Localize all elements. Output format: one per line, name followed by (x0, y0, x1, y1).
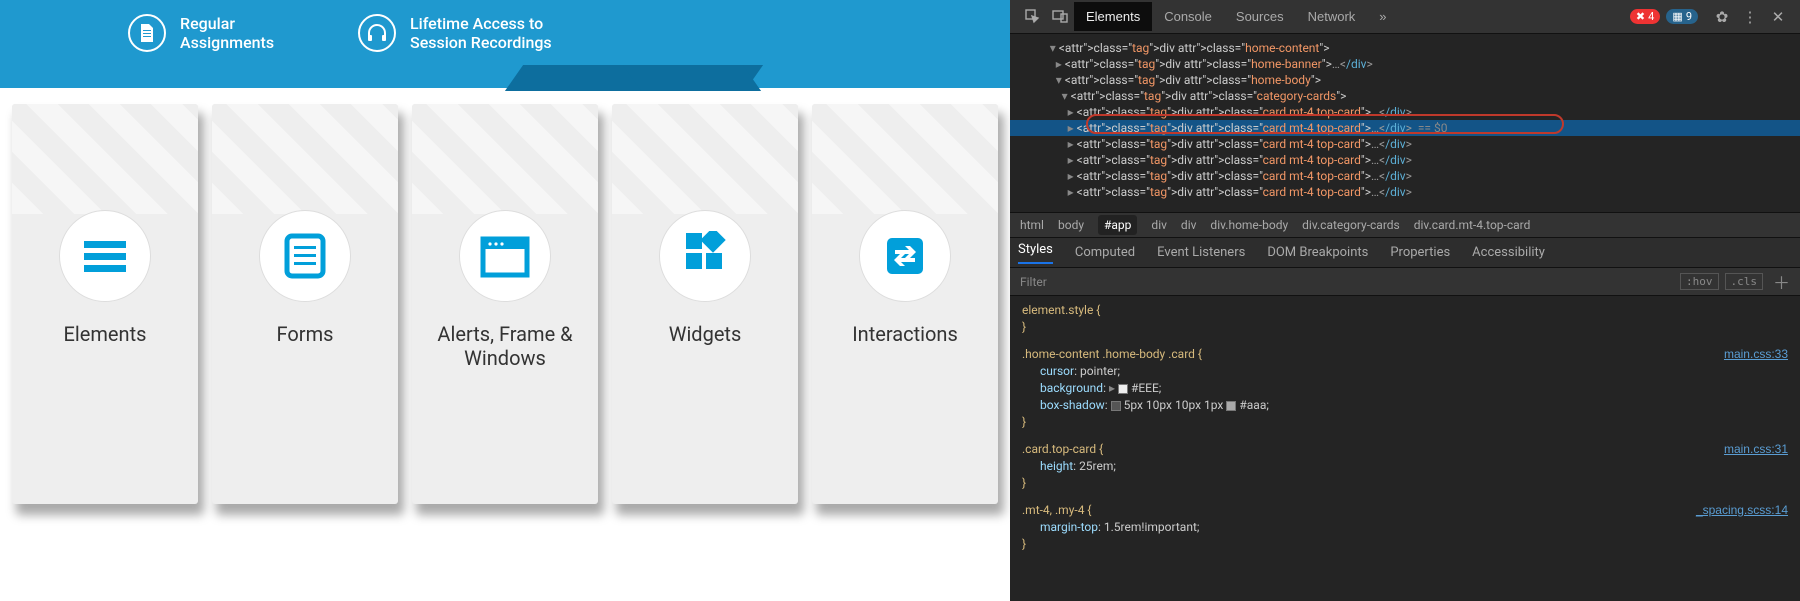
warning-count-badge[interactable]: ▦ 9 (1666, 9, 1698, 24)
kebab-menu-icon[interactable]: ⋮ (1741, 8, 1759, 26)
tab-sources[interactable]: Sources (1224, 2, 1296, 31)
source-link[interactable]: _spacing.scss:14 (1696, 502, 1788, 519)
css-rule[interactable]: element.style {} (1022, 302, 1788, 336)
headphones-icon (358, 14, 396, 52)
feature-recordings: Lifetime Access toSession Recordings (358, 14, 552, 52)
tab-elements[interactable]: Elements (1074, 2, 1152, 31)
card-interactions[interactable]: Interactions (812, 104, 998, 504)
close-icon[interactable]: ✕ (1769, 8, 1787, 26)
swap-icon (859, 210, 951, 302)
styles-tab[interactable]: DOM Breakpoints (1267, 245, 1368, 260)
device-toggle-icon[interactable] (1051, 8, 1069, 26)
crumb[interactable]: #app (1098, 215, 1137, 235)
styles-tab[interactable]: Computed (1075, 245, 1135, 260)
dom-node[interactable]: ▸ <attr">class="tag">div attr">class="ca… (1010, 136, 1800, 152)
devtools-toolbar: Elements Console Sources Network » ✖ 4 ▦… (1010, 0, 1800, 34)
card-alerts[interactable]: Alerts, Frame & Windows (412, 104, 598, 504)
feature-label: Lifetime Access toSession Recordings (410, 14, 552, 52)
card-label: Elements (12, 322, 198, 346)
dom-node[interactable]: ▸ <attr">class="tag">div attr">class="ho… (1010, 56, 1800, 72)
card-elements[interactable]: Elements (12, 104, 198, 504)
tab-network[interactable]: Network (1296, 2, 1368, 31)
devtools-pane: Elements Console Sources Network » ✖ 4 ▦… (1010, 0, 1800, 601)
crumb[interactable]: div (1151, 218, 1167, 232)
dom-node[interactable]: ▸ <attr">class="tag">div attr">class="ca… (1010, 168, 1800, 184)
feature-label: RegularAssignments (180, 14, 274, 52)
styles-tab[interactable]: Styles (1018, 242, 1053, 264)
dom-node[interactable]: ▸ <attr">class="tag">div attr">class="ca… (1010, 152, 1800, 168)
window-icon (459, 210, 551, 302)
crumb[interactable]: div.home-body (1210, 218, 1288, 232)
dom-node[interactable]: ▾ <attr">class="tag">div attr">class="ho… (1010, 40, 1800, 56)
dom-node[interactable]: ▾ <attr">class="tag">div attr">class="ho… (1010, 72, 1800, 88)
crumb[interactable]: div (1181, 218, 1197, 232)
card-widgets[interactable]: Widgets (612, 104, 798, 504)
card-label: Forms (212, 322, 398, 346)
error-count-badge[interactable]: ✖ 4 (1630, 9, 1660, 24)
new-style-rule-button[interactable]: ＋ (1773, 269, 1790, 294)
dom-node[interactable]: ▸ <attr">class="tag">div attr">class="ca… (1010, 184, 1800, 200)
crumb[interactable]: html (1020, 218, 1044, 232)
filter-input[interactable]: Filter (1020, 275, 1047, 289)
banner-chevron-decoration (514, 65, 754, 91)
styles-tab[interactable]: Properties (1390, 245, 1450, 260)
breadcrumb[interactable]: html body #app divdiv div.home-body div.categ… (1010, 212, 1800, 238)
gear-icon[interactable]: ✿ (1713, 8, 1731, 26)
card-label: Widgets (612, 322, 798, 346)
css-rule[interactable]: .home-content .home-body .card {main.css… (1022, 346, 1788, 431)
inspect-icon[interactable] (1023, 8, 1041, 26)
webpage-pane: RegularAssignments Lifetime Access toSes… (0, 0, 1010, 601)
tabs-overflow[interactable]: » (1367, 2, 1398, 31)
crumb[interactable]: div.category-cards (1302, 218, 1400, 232)
form-icon (259, 210, 351, 302)
tab-console[interactable]: Console (1152, 2, 1224, 31)
source-link[interactable]: main.css:33 (1724, 346, 1788, 363)
styles-tab[interactable]: Accessibility (1472, 245, 1545, 260)
highlight-ring (1086, 114, 1564, 134)
menu-icon (59, 210, 151, 302)
crumb[interactable]: body (1058, 218, 1084, 232)
category-cards: Elements Forms Alerts, Frame & Windows (0, 88, 1010, 520)
card-forms[interactable]: Forms (212, 104, 398, 504)
styles-tab[interactable]: Event Listeners (1157, 245, 1245, 260)
cls-toggle[interactable]: .cls (1725, 273, 1764, 290)
dom-node[interactable]: ▾ <attr">class="tag">div attr">class="ca… (1010, 88, 1800, 104)
hov-toggle[interactable]: :hov (1680, 273, 1719, 290)
document-icon (128, 14, 166, 52)
feature-assignments: RegularAssignments (128, 14, 274, 52)
styles-filter-row: Filter :hov .cls ＋ (1010, 268, 1800, 296)
source-link[interactable]: main.css:31 (1724, 441, 1788, 458)
style-rules[interactable]: element.style {} .home-content .home-body… (1010, 296, 1800, 601)
styles-sidebar-tabs: Styles Computed Event Listeners DOM Breakpo… (1010, 238, 1800, 268)
card-label: Interactions (812, 322, 998, 346)
css-rule[interactable]: .mt-4, .my-4 {_spacing.scss:14margin-top… (1022, 502, 1788, 553)
css-rule[interactable]: .card.top-card {main.css:31height: 25rem… (1022, 441, 1788, 492)
home-banner: RegularAssignments Lifetime Access toSes… (0, 0, 1010, 88)
card-label: Alerts, Frame & Windows (412, 322, 598, 370)
widgets-icon (659, 210, 751, 302)
crumb[interactable]: div.card.mt-4.top-card (1414, 218, 1531, 232)
